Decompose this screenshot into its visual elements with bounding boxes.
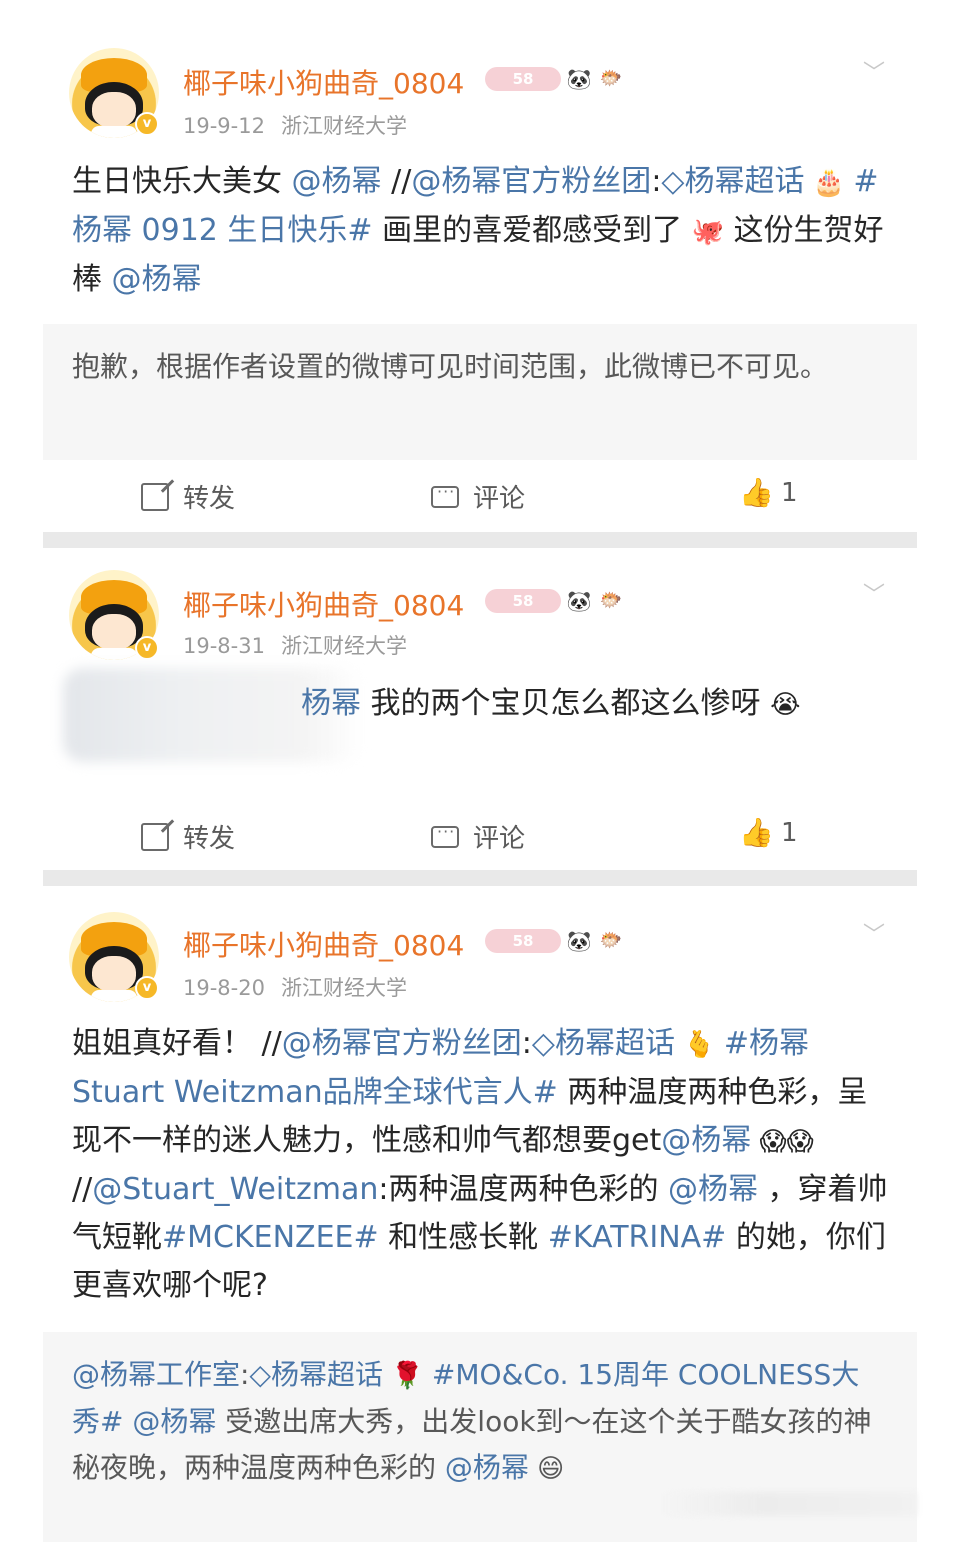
inline-link[interactable]: ◇杨幂超话 (661, 164, 804, 199)
share-icon (141, 482, 169, 511)
post-date: 19-8-20 (183, 976, 265, 1000)
reposted-text: @杨幂工作室:◇杨幂超话 🌹 #MO&Co. 15周年 COOLNESS大秀# … (72, 1352, 887, 1492)
text-segment: : (651, 164, 662, 199)
text-segment: 生日快乐大美女 (72, 164, 292, 199)
inline-link[interactable]: @杨幂官方粉丝团 (282, 1026, 522, 1061)
share-icon (141, 822, 169, 851)
username[interactable]: 椰子味小狗曲奇_0804 (183, 924, 464, 964)
inline-link[interactable]: @杨幂官方粉丝团 (411, 164, 651, 199)
inline-link[interactable]: @杨幂工作室 (72, 1358, 240, 1391)
pufferfish-icon: 🐡 (599, 930, 623, 951)
comment-label: 评论 (473, 484, 526, 514)
comment-label: 评论 (473, 824, 526, 854)
text-segment: 画里的喜爱都感受到了 (372, 213, 692, 248)
repost-label: 转发 (183, 824, 236, 854)
like-count: 1 (781, 818, 798, 848)
verified-badge-icon: v (135, 976, 159, 1000)
level-badge: 58 (485, 589, 561, 613)
repost-button[interactable]: 转发 (141, 818, 235, 855)
inline-link[interactable]: @杨幂 (292, 164, 382, 199)
repost-label: 转发 (183, 484, 236, 514)
inline-link[interactable]: #MCKENZEE# (162, 1220, 379, 1255)
inline-link[interactable]: @杨幂 (112, 262, 202, 297)
emoji-icon: 😭 (770, 690, 801, 720)
post-body: 生日快乐大美女 @杨幂 //@杨幂官方粉丝团:◇杨幂超话 🎂 #杨幂 0912 … (72, 158, 892, 304)
post-meta: 19-8-20 浙江财经大学 (183, 972, 423, 1002)
text-segment: 我的两个宝贝怎么都这么惨呀 (361, 686, 771, 721)
emoji-icon: 🐙 (691, 217, 725, 247)
faded-overflow (657, 1492, 917, 1516)
post-source: 浙江财经大学 (280, 114, 407, 138)
post-source: 浙江财经大学 (280, 634, 407, 658)
like-button[interactable]: 👍 1 (739, 818, 798, 848)
inline-link[interactable]: @杨幂 (132, 1405, 216, 1438)
user-badges: 58 🐼 🐡 (485, 928, 625, 954)
text-segment: 和性感长靴 (378, 1220, 548, 1255)
thumbs-up-icon: 👍 (739, 816, 774, 849)
panda-icon: 🐼 (566, 67, 592, 91)
reposted-content[interactable]: 抱歉，根据作者设置的微博可见时间范围，此微博已不可见。 (43, 324, 917, 460)
chevron-down-icon[interactable]: ﹀ (863, 585, 891, 607)
user-badges: 58 🐼 🐡 (485, 66, 625, 92)
comment-icon (431, 482, 459, 508)
comment-button[interactable]: 评论 (431, 818, 525, 855)
chevron-down-icon[interactable]: ﹀ (863, 925, 891, 947)
panda-icon: 🐼 (566, 589, 592, 613)
post-body: 杨幂 我的两个宝贝怎么都这么惨呀 😭 (301, 680, 881, 729)
inline-link[interactable]: ◇杨幂超话 (249, 1358, 383, 1391)
repost-button[interactable]: 转发 (141, 478, 235, 515)
thumbs-up-icon: 👍 (739, 476, 774, 509)
text-segment: // (72, 1172, 93, 1207)
post-divider (43, 870, 917, 886)
pufferfish-icon: 🐡 (599, 590, 623, 611)
inline-link[interactable]: #KATRINA# (548, 1220, 727, 1255)
verified-badge-icon: v (135, 112, 159, 136)
like-button[interactable]: 👍 1 (739, 478, 798, 508)
post-divider (43, 532, 917, 548)
inline-link[interactable]: 杨幂 (301, 686, 361, 721)
inline-link[interactable]: @杨幂 (661, 1123, 751, 1158)
level-badge: 58 (485, 929, 561, 953)
like-count: 1 (781, 478, 798, 508)
reposted-content[interactable]: @杨幂工作室:◇杨幂超话 🌹 #MO&Co. 15周年 COOLNESS大秀# … (43, 1332, 917, 1542)
text-segment: 姐姐真好看！ // (72, 1026, 282, 1061)
emoji-icon: 🎂 (804, 168, 854, 198)
chevron-down-icon[interactable]: ﹀ (863, 63, 891, 85)
post-meta: 19-9-12 浙江财经大学 (183, 110, 423, 140)
weibo-post: v 椰子味小狗曲奇_0804 58 🐼 🐡 19-8-31 浙江财经大学 ﹀ 杨幂… (43, 548, 917, 870)
user-badges: 58 🐼 🐡 (485, 588, 625, 614)
inline-link[interactable]: @杨幂 (445, 1451, 529, 1484)
post-date: 19-9-12 (183, 114, 265, 138)
post-body: 姐姐真好看！ //@杨幂官方粉丝团:◇杨幂超话 🫰 #杨幂 Stuart Wei… (72, 1020, 892, 1310)
emoji-icon: 🫰 (674, 1030, 724, 1060)
inline-link[interactable]: ◇杨幂超话 (532, 1026, 675, 1061)
verified-badge-icon: v (135, 636, 159, 660)
username[interactable]: 椰子味小狗曲奇_0804 (183, 584, 464, 624)
post-meta: 19-8-31 浙江财经大学 (183, 630, 423, 660)
weibo-post: v 椰子味小狗曲奇_0804 58 🐼 🐡 19-9-12 浙江财经大学 ﹀ 生日… (43, 0, 917, 532)
text-segment: : (521, 1026, 532, 1061)
comment-icon (431, 822, 459, 848)
post-date: 19-8-31 (183, 634, 265, 658)
text-segment: :两种温度两种色彩的 (378, 1172, 669, 1207)
pufferfish-icon: 🐡 (599, 68, 623, 89)
level-badge: 58 (485, 67, 561, 91)
weibo-post: v 椰子味小狗曲奇_0804 58 🐼 🐡 19-8-20 浙江财经大学 ﹀ 姐姐… (43, 888, 917, 1550)
panda-icon: 🐼 (566, 929, 592, 953)
action-bar: 转发 评论 👍 1 (43, 804, 917, 864)
comment-button[interactable]: 评论 (431, 478, 525, 515)
inline-link[interactable]: @Stuart_Weitzman (92, 1172, 378, 1207)
username[interactable]: 椰子味小狗曲奇_0804 (183, 62, 464, 102)
unavailable-notice: 抱歉，根据作者设置的微博可见时间范围，此微博已不可见。 (72, 350, 829, 383)
inline-link[interactable]: @杨幂 (668, 1172, 758, 1207)
post-source: 浙江财经大学 (280, 976, 407, 1000)
emoji-icon: 🌹 (383, 1361, 432, 1391)
text-segment: // (381, 164, 412, 199)
emoji-icon: 😱😱 (751, 1127, 814, 1157)
action-bar: 转发 评论 👍 1 (43, 464, 917, 524)
emoji-icon: 😄 (528, 1454, 565, 1484)
